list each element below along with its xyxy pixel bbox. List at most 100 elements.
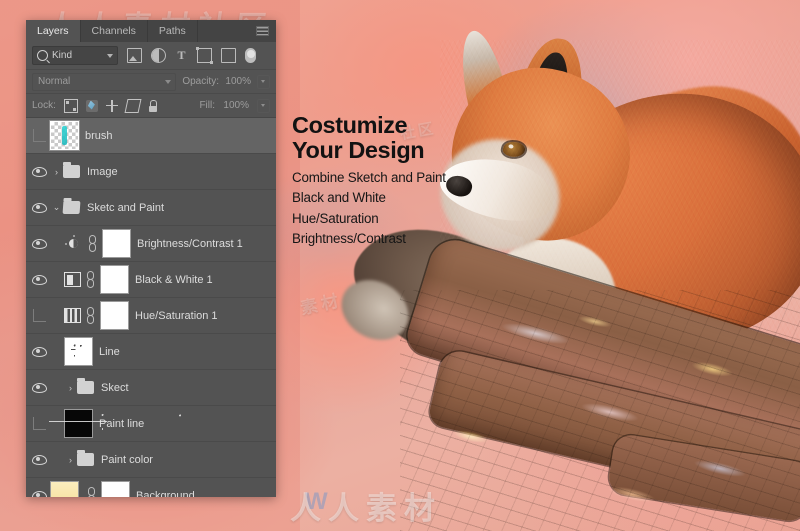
- folder-icon: [63, 162, 80, 178]
- layer-name[interactable]: Background: [136, 490, 195, 498]
- eye-icon: [31, 166, 47, 177]
- brightness-rays-icon: [64, 234, 83, 253]
- fill-stepper-icon[interactable]: [257, 98, 270, 113]
- brightness-contrast-icon[interactable]: [64, 234, 83, 253]
- layers-panel: Layers Channels Paths Kind T Normal Opac…: [26, 20, 276, 497]
- layer-visibility-toggle[interactable]: [28, 262, 50, 297]
- table-row[interactable]: ⌄ Sketc and Paint: [26, 190, 276, 226]
- layer-name[interactable]: Black & White 1: [135, 274, 213, 286]
- chevron-right-icon[interactable]: ›: [64, 383, 77, 393]
- shape-layer-icon[interactable]: [196, 47, 213, 64]
- smart-object-icon[interactable]: [221, 48, 236, 63]
- layer-visibility-toggle[interactable]: [28, 334, 50, 369]
- layer-name[interactable]: Hue/Saturation 1: [135, 310, 218, 322]
- layer-mask-thumbnail[interactable]: [101, 481, 130, 497]
- blend-mode-select[interactable]: Normal: [32, 72, 177, 91]
- table-row[interactable]: › Image: [26, 154, 276, 190]
- eye-icon: [31, 274, 47, 285]
- lock-transparent-pixels-icon[interactable]: [63, 98, 78, 113]
- table-row[interactable]: Line: [26, 334, 276, 370]
- layer-name[interactable]: Paint color: [101, 454, 153, 466]
- opacity-label: Opacity:: [182, 76, 219, 87]
- chevron-down-icon[interactable]: ⌄: [50, 202, 63, 213]
- layer-visibility-toggle[interactable]: [28, 370, 50, 405]
- link-mask-icon[interactable]: [87, 235, 98, 252]
- table-row[interactable]: › Skect: [26, 370, 276, 406]
- opacity-value[interactable]: 100%: [225, 76, 251, 87]
- layer-visibility-toggle[interactable]: [28, 226, 50, 261]
- eye-off-icon: [32, 129, 46, 142]
- filter-kind-label: Kind: [52, 50, 73, 61]
- panel-menu-icon[interactable]: [256, 26, 269, 36]
- eye-icon: [31, 238, 47, 249]
- layer-thumbnail[interactable]: [49, 120, 80, 151]
- adjustment-layer-icon[interactable]: [151, 48, 166, 63]
- black-and-white-icon[interactable]: [64, 272, 81, 287]
- lock-image-pixels-brush-icon[interactable]: [85, 99, 98, 112]
- layer-name[interactable]: Image: [87, 166, 118, 178]
- table-row[interactable]: Paint line: [26, 406, 276, 442]
- eye-icon: [31, 382, 47, 393]
- layer-mask-thumbnail[interactable]: [100, 265, 129, 294]
- lock-position-move-icon[interactable]: [105, 99, 118, 112]
- hue-saturation-icon[interactable]: [64, 308, 81, 323]
- headline-text: Costumize Your Design: [292, 113, 472, 162]
- headline-line-2: Your Design: [292, 136, 425, 163]
- layer-name[interactable]: Skect: [101, 382, 129, 394]
- lock-bar: Lock: Fill: 100%: [26, 94, 276, 118]
- table-row[interactable]: › Paint color: [26, 442, 276, 478]
- tab-layers[interactable]: Layers: [26, 20, 81, 42]
- layer-name[interactable]: Brightness/Contrast 1: [137, 238, 243, 250]
- layer-visibility-toggle[interactable]: [28, 190, 50, 225]
- layer-thumbnail[interactable]: [50, 481, 79, 497]
- layer-visibility-toggle[interactable]: [28, 298, 50, 333]
- tab-channels[interactable]: Channels: [81, 20, 148, 42]
- chevron-down-icon: [165, 79, 172, 84]
- layer-name[interactable]: brush: [85, 130, 113, 142]
- eye-icon: [31, 454, 47, 465]
- layer-filter-bar: Kind T: [26, 42, 276, 70]
- table-row[interactable]: Background: [26, 478, 276, 497]
- blend-mode-bar: Normal Opacity: 100%: [26, 70, 276, 94]
- eye-icon: [31, 346, 47, 357]
- layer-visibility-toggle[interactable]: [28, 118, 50, 153]
- eye-icon: [31, 202, 47, 213]
- folder-icon: [77, 450, 94, 466]
- tab-paths[interactable]: Paths: [148, 20, 198, 42]
- layer-mask-thumbnail[interactable]: [102, 229, 131, 258]
- lock-all-icon[interactable]: [148, 99, 158, 112]
- link-mask-icon[interactable]: [86, 487, 97, 497]
- layer-visibility-toggle[interactable]: [28, 478, 50, 497]
- chevron-right-icon[interactable]: ›: [50, 167, 63, 177]
- layer-thumbnail[interactable]: [64, 409, 93, 438]
- fill-value[interactable]: 100%: [223, 100, 249, 111]
- table-row[interactable]: Hue/Saturation 1: [26, 298, 276, 334]
- filter-toggle-switch[interactable]: [245, 48, 256, 63]
- table-row[interactable]: Black & White 1: [26, 262, 276, 298]
- opacity-stepper-icon[interactable]: [257, 74, 270, 89]
- layer-name[interactable]: Sketc and Paint: [87, 202, 164, 214]
- lock-artboard-nesting-icon[interactable]: [124, 98, 142, 113]
- fill-label: Fill:: [199, 100, 215, 111]
- layer-name[interactable]: Line: [99, 346, 120, 358]
- link-mask-icon[interactable]: [85, 307, 96, 324]
- feature-list: Combine Sketch and Paint Black and White…: [292, 168, 482, 250]
- filter-kind-select[interactable]: Kind: [32, 46, 118, 65]
- watermark-w-glyph: W: [305, 488, 328, 515]
- filter-type-icons: T: [127, 47, 256, 64]
- layer-list[interactable]: brush › Image ⌄ Sketc and Paint Brightne…: [26, 118, 276, 497]
- chevron-right-icon[interactable]: ›: [64, 455, 77, 465]
- layer-mask-thumbnail[interactable]: [100, 301, 129, 330]
- link-mask-icon[interactable]: [85, 271, 96, 288]
- type-layer-icon[interactable]: T: [175, 49, 188, 62]
- layer-thumbnail[interactable]: [64, 337, 93, 366]
- feature-item: Combine Sketch and Paint: [292, 170, 446, 185]
- table-row[interactable]: Brightness/Contrast 1: [26, 226, 276, 262]
- blend-mode-value: Normal: [38, 76, 71, 87]
- layer-visibility-toggle[interactable]: [28, 442, 50, 477]
- eye-icon: [31, 490, 47, 497]
- layer-visibility-toggle[interactable]: [28, 154, 50, 189]
- table-row[interactable]: brush: [26, 118, 276, 154]
- feature-item: Brightness/Contrast: [292, 231, 406, 247]
- pixel-layer-icon[interactable]: [127, 48, 142, 63]
